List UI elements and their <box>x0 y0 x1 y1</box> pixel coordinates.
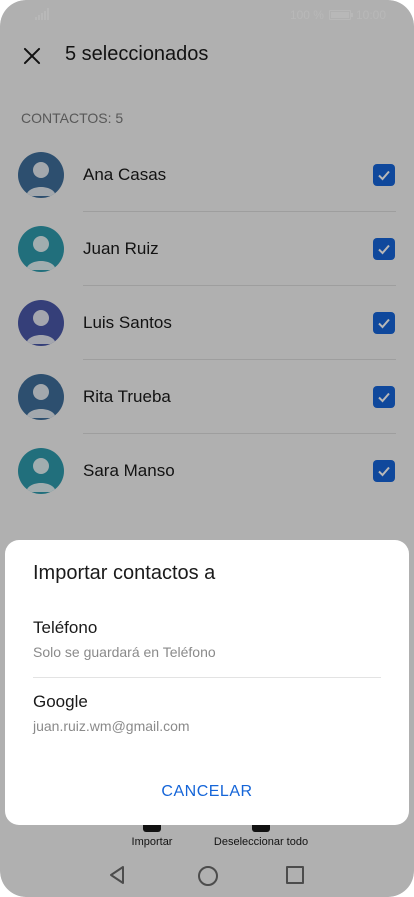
option-title: Teléfono <box>33 618 98 637</box>
import-to-phone-option[interactable]: Teléfono Solo se guardará en Teléfono <box>33 618 381 678</box>
option-subtitle: Solo se guardará en Teléfono <box>33 644 216 660</box>
option-subtitle: juan.ruiz.wm@gmail.com <box>33 718 190 734</box>
phone-frame: 100 % 10:00 5 seleccionados CONTACTOS: 5… <box>0 0 414 897</box>
dialog-title: Importar contactos a <box>33 562 216 584</box>
import-to-google-option[interactable]: Google juan.ruiz.wm@gmail.com <box>33 692 381 752</box>
cancel-button[interactable]: CANCELAR <box>5 783 409 801</box>
option-divider <box>33 677 381 678</box>
import-dialog: Importar contactos a Teléfono Solo se gu… <box>5 540 409 825</box>
contacts-screen: 100 % 10:00 5 seleccionados CONTACTOS: 5… <box>0 0 414 897</box>
option-title: Google <box>33 692 88 711</box>
